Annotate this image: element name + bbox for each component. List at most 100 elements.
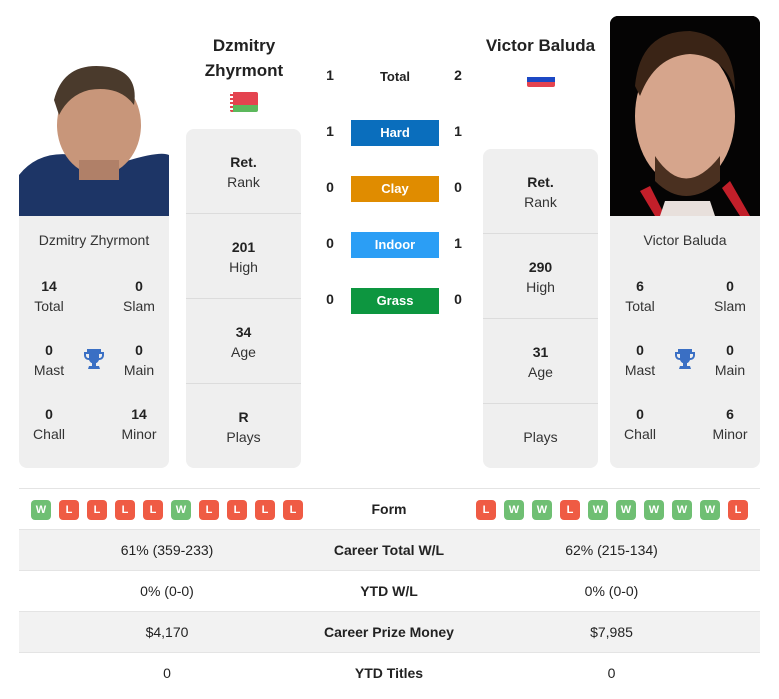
left-titles-mast: 0 Mast: [19, 340, 79, 380]
stat-label: Slam: [714, 298, 746, 314]
h2h-hard-right: 1: [454, 123, 462, 139]
right-titles-chall: 0 Chall: [610, 404, 670, 444]
form-loss-badge[interactable]: L: [143, 500, 163, 520]
row-label: Career Prize Money: [324, 624, 454, 640]
stat-label: Total: [34, 298, 64, 314]
stat-label: Mast: [624, 362, 656, 378]
form-win-badge[interactable]: W: [672, 500, 692, 520]
right-plays: Plays: [483, 427, 598, 447]
left-titles-slam: 0 Slam: [109, 276, 169, 316]
stat-value: 0: [636, 406, 644, 422]
right-titles-slam: 0 Slam: [700, 276, 760, 316]
stat-label: Main: [123, 362, 155, 378]
h2h-total-left: 1: [326, 67, 334, 83]
form-loss-badge[interactable]: L: [255, 500, 275, 520]
form-win-badge[interactable]: W: [616, 500, 636, 520]
right-rank: Ret. Rank: [483, 172, 598, 212]
surface-grass-badge[interactable]: Grass: [351, 288, 439, 314]
surface-clay-badge[interactable]: Clay: [351, 176, 439, 202]
h2h-grass-right: 0: [454, 291, 462, 307]
stat-value: 0: [45, 406, 53, 422]
trophy-icon: [673, 347, 697, 376]
divider: [186, 298, 301, 299]
right-high: 290 High: [483, 257, 598, 297]
left-rank-value: Ret.: [230, 154, 257, 170]
stat-label: Chall: [624, 426, 656, 442]
row-value-left: 0: [163, 665, 171, 681]
russia-flag-icon: [527, 72, 555, 87]
right-player-titles-card: Victor Baluda 6 Total 0 Slam 0 Mast 0 Ma…: [610, 216, 760, 468]
right-rank-value: Ret.: [527, 174, 554, 190]
stat-value: 6: [636, 278, 644, 294]
row-value-right: 62% (215-134): [565, 542, 658, 558]
stat-value: 0: [726, 278, 734, 294]
surface-indoor-badge[interactable]: Indoor: [351, 232, 439, 258]
form-label: Form: [371, 501, 407, 517]
stat-label: Minor: [712, 426, 748, 442]
row-value-left: 61% (359-233): [120, 542, 214, 558]
row-value-left: $4,170: [145, 624, 189, 640]
left-player-name[interactable]: Dzmitry Zhyrmont: [186, 33, 302, 83]
right-titles-main: 0 Main: [700, 340, 760, 380]
form-loss-badge[interactable]: L: [476, 500, 496, 520]
h2h-grass-left: 0: [326, 291, 334, 307]
form-win-badge[interactable]: W: [532, 500, 552, 520]
right-titles-mast: 0 Mast: [610, 340, 670, 380]
right-player-name[interactable]: Victor Baluda: [478, 33, 603, 58]
left-titles-main: 0 Main: [109, 340, 169, 380]
left-card-player-name[interactable]: Dzmitry Zhyrmont: [19, 232, 169, 248]
right-titles-total: 6 Total: [610, 276, 670, 316]
left-high-label: High: [229, 259, 258, 275]
right-age-value: 31: [532, 344, 549, 360]
divider: [186, 383, 301, 384]
stat-label: Main: [714, 362, 746, 378]
left-high: 201 High: [186, 237, 301, 277]
divider: [186, 213, 301, 214]
comparison-row: 61% (359-233) Career Total W/L 62% (215-13…: [19, 529, 760, 570]
stat-value: 0: [45, 342, 53, 358]
form-loss-badge[interactable]: L: [227, 500, 247, 520]
comparison-row: 0 YTD Titles 0: [19, 652, 760, 693]
form-win-badge[interactable]: W: [588, 500, 608, 520]
left-player-photo: [19, 55, 169, 216]
right-high-label: High: [526, 279, 555, 295]
h2h-total-label: Total: [379, 69, 411, 84]
right-card-player-name[interactable]: Victor Baluda: [610, 232, 760, 248]
left-plays-label: Plays: [226, 429, 261, 445]
comparison-row: $4,170 Career Prize Money $7,985: [19, 611, 760, 652]
form-win-badge[interactable]: W: [504, 500, 524, 520]
left-titles-minor: 14 Minor: [109, 404, 169, 444]
left-player-titles-card: Dzmitry Zhyrmont 14 Total 0 Slam 0 Mast …: [19, 216, 169, 468]
form-loss-badge[interactable]: L: [59, 500, 79, 520]
left-titles-total: 14 Total: [19, 276, 79, 316]
divider: [483, 318, 598, 319]
form-loss-badge[interactable]: L: [199, 500, 219, 520]
left-age-value: 34: [235, 324, 252, 340]
right-player-info-card: Ret. Rank 290 High 31 Age Plays: [483, 149, 598, 468]
form-win-badge[interactable]: W: [700, 500, 720, 520]
form-win-badge[interactable]: W: [171, 500, 191, 520]
surface-hard-badge[interactable]: Hard: [351, 120, 439, 146]
form-loss-badge[interactable]: L: [728, 500, 748, 520]
stat-value: 14: [131, 406, 147, 422]
stat-label: Total: [625, 298, 655, 314]
form-loss-badge[interactable]: L: [115, 500, 135, 520]
form-loss-badge[interactable]: L: [283, 500, 303, 520]
right-age-label: Age: [528, 364, 553, 380]
left-rank: Ret. Rank: [186, 152, 301, 192]
right-plays-label: Plays: [523, 429, 558, 445]
form-loss-badge[interactable]: L: [87, 500, 107, 520]
left-age: 34 Age: [186, 322, 301, 362]
form-win-badge[interactable]: W: [644, 500, 664, 520]
h2h-indoor-left: 0: [326, 235, 334, 251]
form-win-badge[interactable]: W: [31, 500, 51, 520]
row-value-right: 0: [607, 665, 616, 681]
left-player-last-name: Zhyrmont: [204, 61, 284, 80]
form-loss-badge[interactable]: L: [560, 500, 580, 520]
h2h-clay-left: 0: [326, 179, 334, 195]
stat-value: 0: [135, 278, 143, 294]
left-rank-label: Rank: [227, 174, 260, 190]
divider: [483, 403, 598, 404]
row-value-left: 0% (0-0): [140, 583, 194, 599]
comparison-row: 0% (0-0) YTD W/L 0% (0-0): [19, 570, 760, 611]
